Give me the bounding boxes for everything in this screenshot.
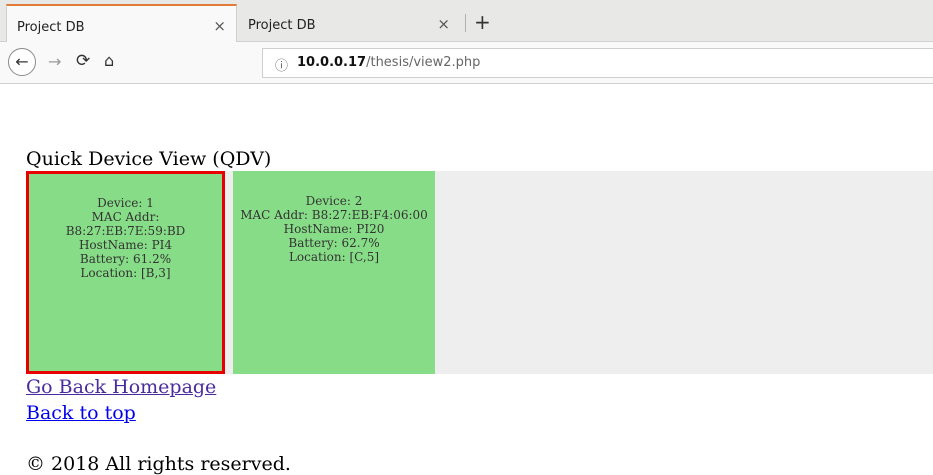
device-grid: Device: 1 MAC Addr: B8:27:EB:7E:59:BD Ho… [26,171,933,374]
page-title: Quick Device View (QDV) [26,148,272,170]
go-back-homepage-link[interactable]: Go Back Homepage [26,376,216,398]
device-number: Device: 1 [97,196,154,210]
hostname: HostName: PI4 [78,238,173,252]
url-host: 10.0.0.17 [297,55,367,70]
reload-icon[interactable]: ⟳ [76,51,90,71]
tab-close-icon[interactable]: × [437,15,450,33]
mac-address: B8:27:EB:7E:59:BD [65,224,186,238]
url-text: 10.0.0.17/thesis/view2.php [297,55,480,70]
battery: Battery: 61.2% [79,252,172,266]
location: Location: [C,5] [288,250,380,264]
back-arrow-icon[interactable]: ← [8,48,36,76]
location: Location: [B,3] [80,266,171,280]
mac-address: MAC Addr: B8:27:EB:F4:06:00 [240,208,428,222]
home-icon[interactable]: ⌂ [104,51,114,70]
battery: Battery: 62.7% [288,236,380,250]
device-number: Device: 2 [305,194,363,208]
tab-project-db[interactable]: Project DB × [238,4,460,42]
forward-arrow-icon[interactable]: → [48,52,61,71]
mac-label: MAC Addr: [91,210,160,224]
navigation-bar: ← → ⟳ ⌂ ⓘ 10.0.0.17/thesis/view2.php [0,42,933,84]
page-content: Quick Device View (QDV) Device: 1 MAC Ad… [0,84,933,475]
device-card-1[interactable]: Device: 1 MAC Addr: B8:27:EB:7E:59:BD Ho… [26,171,225,374]
new-tab-icon[interactable]: + [474,10,491,34]
url-bar[interactable]: ⓘ 10.0.0.17/thesis/view2.php [262,48,933,78]
tab-bar: Project DB × Project DB × + [0,0,933,42]
device-card-2[interactable]: Device: 2 MAC Addr: B8:27:EB:F4:06:00 Ho… [233,171,435,374]
tab-close-icon[interactable]: × [213,17,226,35]
tab-title: Project DB [17,20,85,35]
back-to-top-link[interactable]: Back to top [26,402,136,424]
tab-title: Project DB [248,18,316,33]
tab-project-db-active[interactable]: Project DB × [6,4,237,42]
url-path: /thesis/view2.php [366,55,481,70]
info-icon[interactable]: ⓘ [275,55,288,74]
hostname: HostName: PI20 [283,222,385,236]
tab-separator [465,14,466,32]
